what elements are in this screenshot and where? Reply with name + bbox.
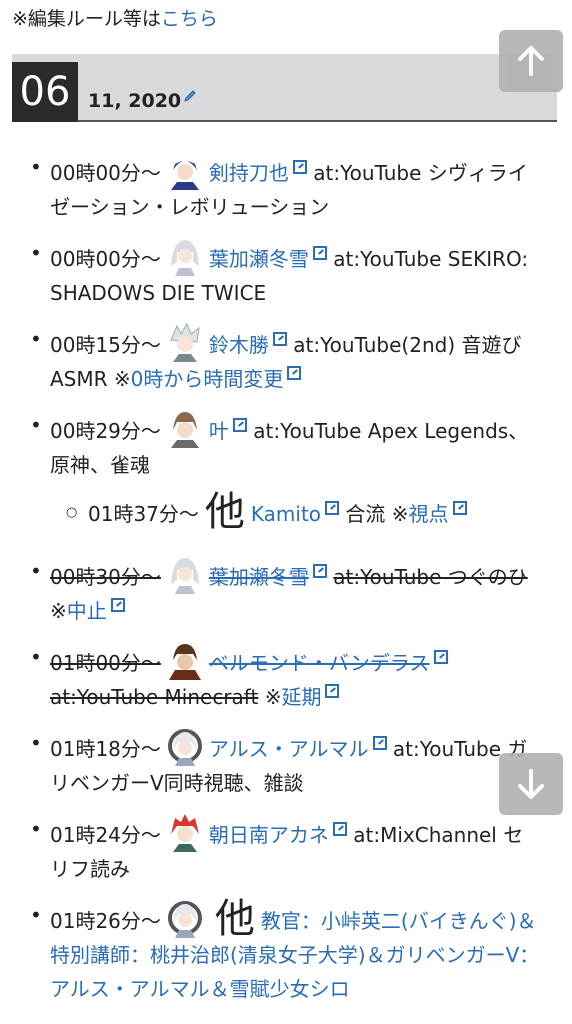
external-link-icon[interactable] — [452, 501, 467, 515]
avatar — [164, 322, 205, 362]
avatar — [164, 726, 205, 766]
external-link-icon[interactable] — [232, 418, 247, 432]
note-link[interactable]: 延期 — [281, 685, 321, 709]
list-item: 00時29分～叶 at:YouTube Apex Legends、原神、雀魂 — [0, 408, 572, 482]
external-link-icon[interactable] — [272, 332, 287, 346]
entry-details: 合流 — [345, 502, 386, 526]
avatar — [164, 150, 205, 190]
note-link[interactable]: 視点 — [409, 502, 449, 526]
list-item: 00時15分～鈴木勝 at:YouTube(2nd) 音遊びASMR ※0時から… — [0, 322, 572, 396]
entry-time: 01時18分～ — [50, 737, 161, 761]
streamer-link[interactable]: Kamito — [251, 502, 321, 526]
day-number: 06 — [12, 62, 78, 122]
avatar — [164, 408, 205, 448]
avatar — [164, 898, 205, 938]
external-link-icon[interactable] — [372, 736, 387, 750]
avatar — [164, 236, 205, 276]
entry-time: 00時00分～ — [50, 161, 161, 185]
external-link-icon[interactable] — [325, 684, 340, 698]
entry-time: 00時00分～ — [50, 247, 161, 271]
external-link-icon[interactable] — [287, 366, 302, 380]
avatar — [164, 812, 205, 852]
arrow-up-icon — [518, 46, 544, 76]
streamer-link[interactable]: 葉加瀬冬雪 — [209, 565, 309, 589]
streamer-link[interactable]: アルス・アルマル — [209, 737, 369, 761]
note-mark: ※ — [391, 502, 409, 526]
streamer-link[interactable]: 朝日南アカネ — [209, 823, 329, 847]
entry-time: 01時26分～ — [50, 909, 161, 933]
edit-rules-link[interactable]: こちら — [161, 8, 218, 30]
note-link[interactable]: 0時から時間変更 — [131, 367, 284, 391]
streamer-link[interactable]: 剣持刀也 — [209, 161, 289, 185]
external-link-icon[interactable] — [292, 160, 307, 174]
external-link-icon[interactable] — [312, 564, 327, 578]
pencil-icon[interactable] — [183, 89, 197, 103]
entry-time: 01時00分～ — [50, 651, 161, 675]
external-link-icon[interactable] — [312, 246, 327, 260]
schedule-list: 00時00分～剣持刀也 at:YouTube シヴィライゼーション・レボリューシ… — [0, 150, 572, 1018]
avatar — [164, 640, 205, 680]
list-item-postponed: 01時00分～ベルモンド・バンデラス at:YouTube Minecraft … — [0, 640, 572, 714]
streamer-link[interactable]: ベルモンド・バンデラス — [209, 651, 430, 675]
other-symbol: 他 — [204, 489, 245, 535]
streamer-link[interactable]: 葉加瀬冬雪 — [209, 247, 309, 271]
entry-details: at:YouTube Minecraft — [50, 685, 259, 709]
month-year-text: 11, 2020 — [88, 90, 182, 112]
external-link-icon[interactable] — [332, 822, 347, 836]
sub-list-item: 01時37分～他Kamito 合流 ※視点 — [0, 492, 572, 532]
entry-time: 01時37分～ — [88, 502, 199, 526]
avatar — [164, 554, 205, 594]
note-mark: ※ — [50, 599, 67, 623]
list-item: 01時26分～他教官：小峠英二(バイきんぐ)＆特別講師：桃井治郎(清泉女子大学)… — [0, 898, 572, 1006]
list-item-cancelled: 00時30分～ 葉加瀬冬雪 at:YouTube つぐのひ ※中止 — [0, 554, 572, 628]
month-year: 11, 2020 — [88, 89, 197, 112]
edit-rules-note: ※編集ルール等はこちら — [12, 6, 218, 32]
external-link-icon[interactable] — [433, 650, 448, 664]
edit-rules-text: ※編集ルール等は — [12, 8, 161, 30]
other-symbol: 他 — [214, 896, 255, 942]
entry-time: 00時30分～ — [50, 565, 161, 589]
list-item: 01時18分～アルス・アルマル at:YouTube ガリベンガーV同時視聴、雑… — [0, 726, 572, 800]
streamer-link[interactable]: 鈴木勝 — [209, 333, 269, 357]
entry-details: at:YouTube つぐのひ — [333, 565, 528, 589]
note-mark: ※ — [113, 367, 131, 391]
entry-time: 00時15分～ — [50, 333, 161, 357]
scroll-bottom-button[interactable] — [499, 753, 563, 815]
date-header: 06 11, 2020 — [12, 54, 557, 122]
entry-time: 01時24分～ — [50, 823, 161, 847]
external-link-icon[interactable] — [110, 598, 125, 612]
note-mark: ※ — [264, 685, 282, 709]
scroll-top-button[interactable] — [499, 30, 563, 92]
list-item: 00時00分～剣持刀也 at:YouTube シヴィライゼーション・レボリューシ… — [0, 150, 572, 224]
arrow-down-icon — [518, 769, 544, 799]
streamer-link[interactable]: 叶 — [209, 419, 229, 443]
entry-time: 00時29分～ — [50, 419, 161, 443]
list-item: 01時24分～朝日南アカネ at:MixChannel セリフ読み — [0, 812, 572, 886]
external-link-icon[interactable] — [325, 501, 340, 515]
note-link[interactable]: 中止 — [67, 599, 107, 623]
list-item: 00時00分～葉加瀬冬雪 at:YouTube SEKIRO: SHADOWS … — [0, 236, 572, 310]
